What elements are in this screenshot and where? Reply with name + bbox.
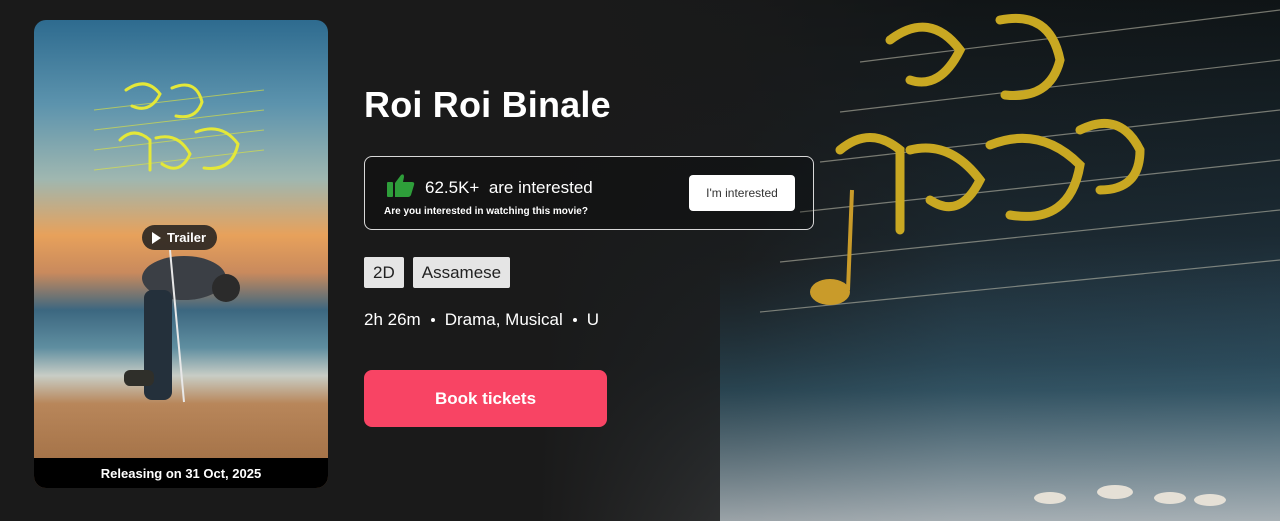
movie-meta: 2h 26m Drama, Musical U bbox=[364, 310, 599, 330]
trailer-label: Trailer bbox=[167, 230, 207, 245]
interest-question: Are you interested in watching this movi… bbox=[384, 206, 588, 217]
interest-count: 62.5K+ are interested bbox=[425, 178, 593, 198]
interest-count-value: 62.5K+ bbox=[425, 178, 480, 197]
movie-title: Roi Roi Binale bbox=[364, 84, 611, 125]
separator-dot bbox=[430, 318, 435, 322]
play-icon bbox=[152, 231, 161, 244]
tag-format[interactable]: 2D bbox=[364, 257, 404, 288]
release-date-text: Releasing on 31 Oct, 2025 bbox=[100, 465, 262, 481]
movie-poster[interactable]: Trailer Releasing on 31 Oct, 2025 bbox=[34, 20, 328, 488]
separator-dot bbox=[572, 318, 577, 322]
thumbs-up-icon bbox=[387, 174, 415, 197]
backdrop-title-art bbox=[720, 9, 1280, 521]
genres: Drama, Musical bbox=[444, 310, 563, 329]
duration: 2h 26m bbox=[364, 310, 421, 329]
interest-count-suffix: are interested bbox=[488, 178, 593, 197]
release-date-bar: Releasing on 31 Oct, 2025 bbox=[34, 458, 328, 488]
tag-language[interactable]: Assamese bbox=[412, 257, 511, 288]
trailer-button[interactable]: Trailer bbox=[142, 225, 218, 250]
book-tickets-button[interactable]: Book tickets bbox=[364, 370, 607, 427]
format-language-tags: 2D Assamese bbox=[364, 257, 511, 288]
poster-artwork bbox=[93, 82, 265, 403]
certificate-rating: U bbox=[586, 310, 600, 329]
interest-card: 62.5K+ are interested Are you interested… bbox=[364, 156, 814, 230]
im-interested-button[interactable]: I'm interested bbox=[689, 175, 795, 211]
